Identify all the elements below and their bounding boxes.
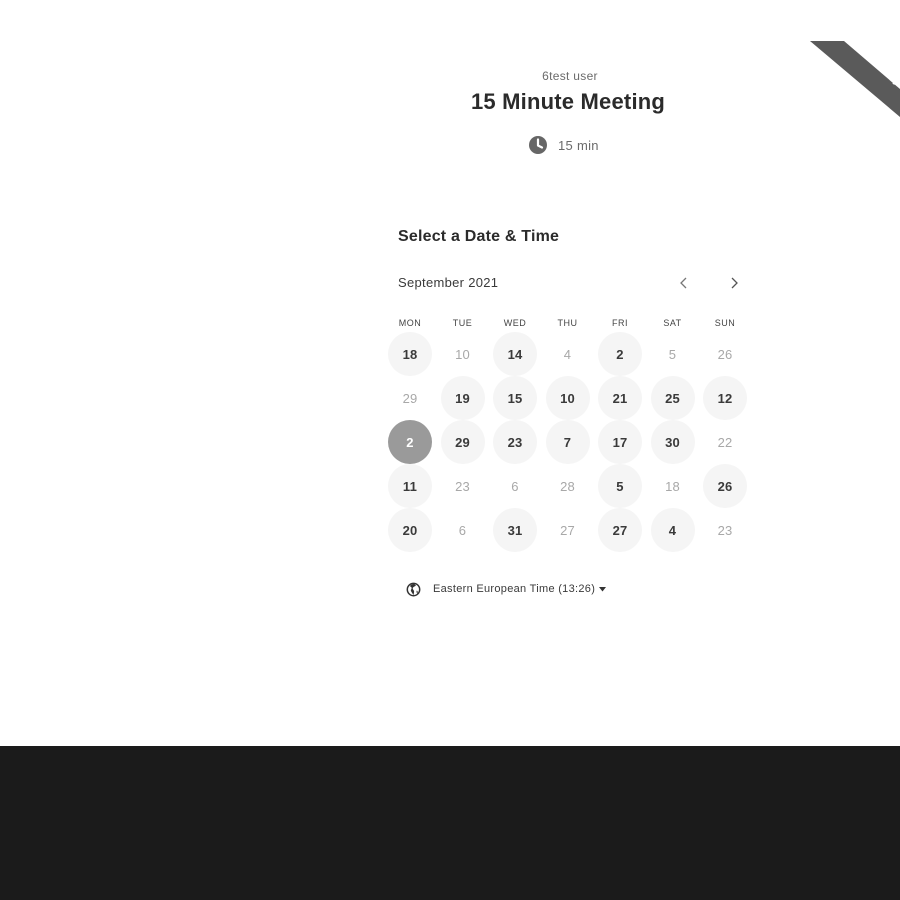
powered-by-calendly-badge[interactable]: Powered by Calendly — [810, 41, 900, 117]
calendar-day[interactable]: 4 — [650, 508, 695, 552]
clock-icon — [529, 136, 547, 154]
calendar-day: 28 — [560, 478, 575, 494]
calendar-day: 23 — [717, 522, 733, 538]
calendar-day[interactable]: 20 — [388, 508, 432, 552]
weekday-sat: SAT — [663, 318, 682, 328]
event-title: 15 Minute Meeting — [470, 89, 666, 114]
calendar-day[interactable]: 31 — [493, 508, 537, 552]
calendar-day[interactable]: 10 — [545, 376, 590, 420]
caret-down-icon — [599, 586, 607, 591]
weekday-tue: TUE — [452, 318, 473, 328]
calendar-day: 27 — [560, 522, 575, 538]
event-duration: 15 min — [528, 136, 599, 154]
calendar-day: 22 — [717, 434, 733, 450]
calendar-day[interactable]: 25 — [650, 376, 695, 420]
calendar-day: 23 — [455, 478, 470, 494]
previous-month-button[interactable] — [674, 273, 694, 293]
calendar-day[interactable]: 11 — [388, 464, 432, 508]
weekday-sun: SUN — [714, 318, 736, 328]
calendar-day: 26 — [717, 346, 733, 362]
calendar-day[interactable]: 14 — [493, 332, 537, 376]
calendar-day[interactable]: 18 — [388, 332, 432, 376]
duration-label: 15 min — [558, 137, 599, 153]
calendar-day[interactable]: 21 — [598, 376, 642, 420]
weekday-fri: FRI — [612, 318, 628, 328]
calendar-day[interactable]: 5 — [598, 464, 642, 508]
calendar-day: 10 — [455, 346, 470, 362]
calendar-grid: 18 10 14 4 2 5 26 29 19 15 10 21 25 12 2 29 23 7 17 30 22 11 2… — [388, 332, 752, 552]
calendar-day: 6 — [511, 478, 519, 494]
calendar-day[interactable]: 30 — [650, 420, 695, 464]
calendar-day[interactable]: 23 — [493, 420, 537, 464]
calendar-day: 5 — [668, 346, 677, 362]
calendar-day: 18 — [665, 478, 680, 494]
calendar-day[interactable]: 19 — [440, 376, 485, 420]
globe-icon — [406, 582, 421, 596]
chevron-left-icon — [680, 277, 687, 289]
calendar-day: 4 — [563, 346, 572, 362]
calendar-day[interactable]: 27 — [598, 508, 642, 552]
weekday-mon: MON — [398, 318, 422, 328]
current-month: September 2021 — [398, 275, 499, 290]
calendar-day[interactable]: 12 — [703, 376, 747, 420]
calendar-day[interactable]: 29 — [440, 420, 485, 464]
weekday-wed: WED — [503, 318, 527, 328]
calendar-day: 6 — [458, 522, 467, 538]
timezone-label: Eastern European Time (13:26) — [433, 583, 596, 595]
calendar-day[interactable]: 26 — [703, 464, 747, 508]
chevron-right-icon — [731, 277, 738, 289]
calendar-day[interactable]: 17 — [598, 420, 642, 464]
calendar-day[interactable]: 2 — [598, 332, 642, 376]
calendar-day[interactable]: 15 — [493, 376, 537, 420]
organizer-name: 6test user — [542, 69, 598, 83]
next-month-button[interactable] — [724, 273, 744, 293]
footer-bar — [0, 746, 900, 900]
calendar-day: 29 — [402, 390, 418, 406]
weekday-header: MON TUE WED THU FRI SAT SUN — [388, 318, 752, 330]
timezone-selector[interactable]: Eastern European Time (13:26) — [406, 580, 607, 598]
selected-date[interactable]: 2 — [388, 420, 432, 464]
calendar-day[interactable]: 7 — [545, 420, 590, 464]
weekday-thu: THU — [557, 318, 578, 328]
select-date-time-heading: Select a Date & Time — [398, 228, 560, 245]
